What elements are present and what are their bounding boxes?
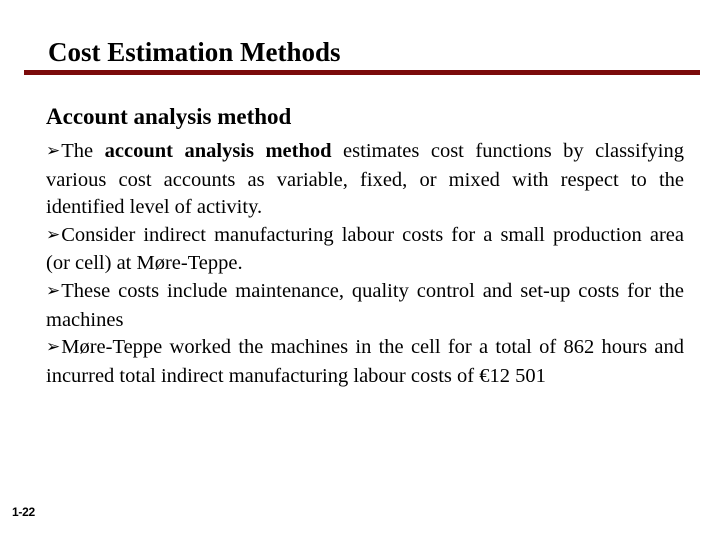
arrow-bullet-icon: ➢ [46,224,61,245]
list-item: ➢These costs include maintenance, qualit… [46,278,684,334]
list-item-lead: These costs include maintenance, quality… [46,279,684,331]
list-item-lead: The [61,140,105,162]
list-item: ➢Møre-Teppe worked the machines in the c… [46,334,684,390]
list-item-lead: Consider indirect manufacturing labour c… [46,223,684,275]
arrow-bullet-icon: ➢ [46,337,61,358]
list-item: ➢The account analysis method estimates c… [46,138,684,222]
arrow-bullet-icon: ➢ [46,141,61,161]
arrow-bullet-icon: ➢ [46,280,61,301]
slide-body: Account analysis method ➢The account ana… [46,102,684,390]
section-subheading: Account analysis method [46,104,292,129]
page-title: Cost Estimation Methods [48,37,341,67]
list-item-lead: Møre-Teppe worked the machines in the ce… [46,336,684,387]
slide-canvas: Cost Estimation Methods Account analysis… [0,0,720,540]
slide-page-number: 1-22 [12,505,35,519]
list-item: ➢Consider indirect manufacturing labour … [46,222,684,278]
list-item-emphasis: account analysis method [104,140,332,162]
title-divider-rule [24,70,700,75]
